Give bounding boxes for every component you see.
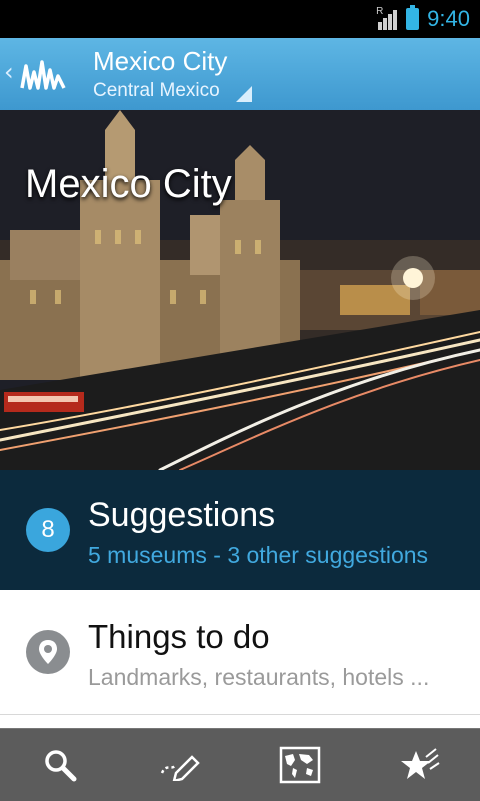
- things-to-do-row[interactable]: Things to do Landmarks, restaurants, hot…: [0, 590, 480, 715]
- status-icons: R 9:40: [376, 0, 470, 38]
- search-tab[interactable]: [0, 729, 120, 801]
- edit-trip-tab[interactable]: [120, 729, 240, 801]
- search-icon[interactable]: [42, 747, 78, 783]
- roaming-indicator: R: [376, 6, 384, 17]
- favorites-star-icon[interactable]: [400, 747, 440, 783]
- world-map-icon[interactable]: [279, 746, 321, 784]
- action-bar-title[interactable]: Mexico City: [93, 46, 227, 77]
- city-skyline-icon[interactable]: [20, 56, 70, 92]
- up-caret-icon[interactable]: ‹: [4, 58, 14, 86]
- dropdown-corner-icon[interactable]: [236, 86, 252, 102]
- suggestions-subtitle: 5 museums - 3 other suggestions: [88, 542, 429, 568]
- suggestions-title: Suggestions: [88, 496, 276, 534]
- battery-icon: [406, 5, 420, 30]
- hero-title: Mexico City: [25, 162, 232, 206]
- hero-image[interactable]: Mexico City: [0, 110, 480, 470]
- bottom-navigation-bar: [0, 728, 480, 801]
- things-to-do-subtitle: Landmarks, restaurants, hotels ...: [88, 664, 430, 690]
- edit-trip-icon[interactable]: [158, 749, 202, 781]
- suggestions-count-badge: 8: [26, 508, 70, 552]
- clock: 9:40: [427, 6, 470, 31]
- favorites-tab[interactable]: [360, 729, 480, 801]
- suggestions-row[interactable]: 8 Suggestions 5 museums - 3 other sugges…: [0, 470, 480, 590]
- map-tab[interactable]: [240, 729, 360, 801]
- map-pin-icon: [26, 630, 70, 674]
- signal-icon: R: [376, 6, 398, 30]
- status-bar: R 9:40: [0, 0, 480, 38]
- things-to-do-title: Things to do: [88, 618, 270, 655]
- action-bar-subtitle[interactable]: Central Mexico: [93, 80, 220, 102]
